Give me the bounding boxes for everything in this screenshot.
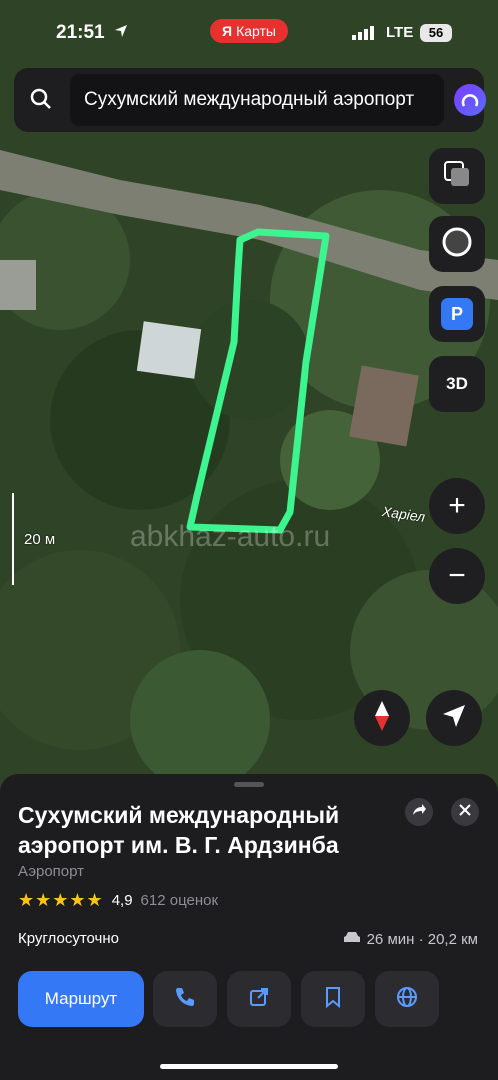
watermark: abkhaz-auto.ru [130,520,331,553]
share-link-icon [248,986,270,1013]
network-type: LTE [386,24,414,41]
close-icon [459,803,471,821]
rating-row[interactable]: ★★★★★ 4,9 612 оценок [18,890,218,911]
location-arrow-icon [114,24,128,43]
app-pill-logo: Я [222,23,233,39]
zoom-in-button[interactable]: + [429,478,485,534]
locate-me-button[interactable] [426,690,482,746]
navigation-arrow-icon [441,703,467,734]
compass-icon [371,699,393,738]
app-pill[interactable]: Я Карты [210,19,288,43]
bookmark-icon [324,986,342,1013]
layers-icon [443,160,471,193]
search-input[interactable]: Сухумский международный аэропорт [70,74,444,126]
search-icon[interactable] [28,86,54,117]
call-button[interactable] [153,971,217,1027]
sheet-handle[interactable] [234,782,264,787]
route-button[interactable]: Маршрут [18,971,144,1027]
status-bar: 21:51 Я Карты LTE 56 [0,18,498,48]
scale-label: 20 м [24,531,56,548]
website-button[interactable] [375,971,439,1027]
star-rating: ★★★★★ [18,890,104,910]
layers-button[interactable] [429,148,485,204]
3d-button[interactable]: 3D [429,356,485,412]
home-indicator[interactable] [160,1064,338,1069]
place-category: Аэропорт [18,863,85,880]
parking-icon: P [441,298,473,330]
scale-line [12,493,14,585]
globe-icon [396,986,418,1013]
voice-assistant-icon[interactable] [454,84,486,116]
map-mode-button[interactable] [429,216,485,272]
compass-button[interactable] [354,690,410,746]
share-icon [411,803,427,822]
place-title: Сухумский международный аэропорт им. В. … [18,802,340,858]
review-count: 612 оценок [140,892,219,909]
map-view[interactable]: 21:51 Я Карты LTE 56 Сухумский международ… [0,0,498,790]
close-button[interactable] [451,798,479,826]
signal-icon [352,26,378,45]
bookmark-button[interactable] [301,971,365,1027]
search-bar: Сухумский международный аэропорт [14,68,486,132]
phone-icon [174,986,196,1013]
share-button[interactable] [405,798,433,826]
zoom-out-button[interactable]: − [429,548,485,604]
car-icon [343,930,361,948]
open-link-button[interactable] [227,971,291,1027]
parking-button[interactable]: P [429,286,485,342]
battery-indicator: 56 [420,24,452,42]
place-card: Сухумский международный аэропорт им. В. … [0,774,498,1080]
opening-hours: Круглосуточно [18,930,119,947]
rating-score: 4,9 [111,892,133,909]
app-pill-label: Карты [236,23,276,39]
travel-time-distance: 26 мин · 20,2 км [366,930,478,948]
circle-mode-icon [441,226,473,263]
status-time: 21:51 [56,22,105,43]
travel-info: 26 мин · 20,2 км [343,930,478,948]
